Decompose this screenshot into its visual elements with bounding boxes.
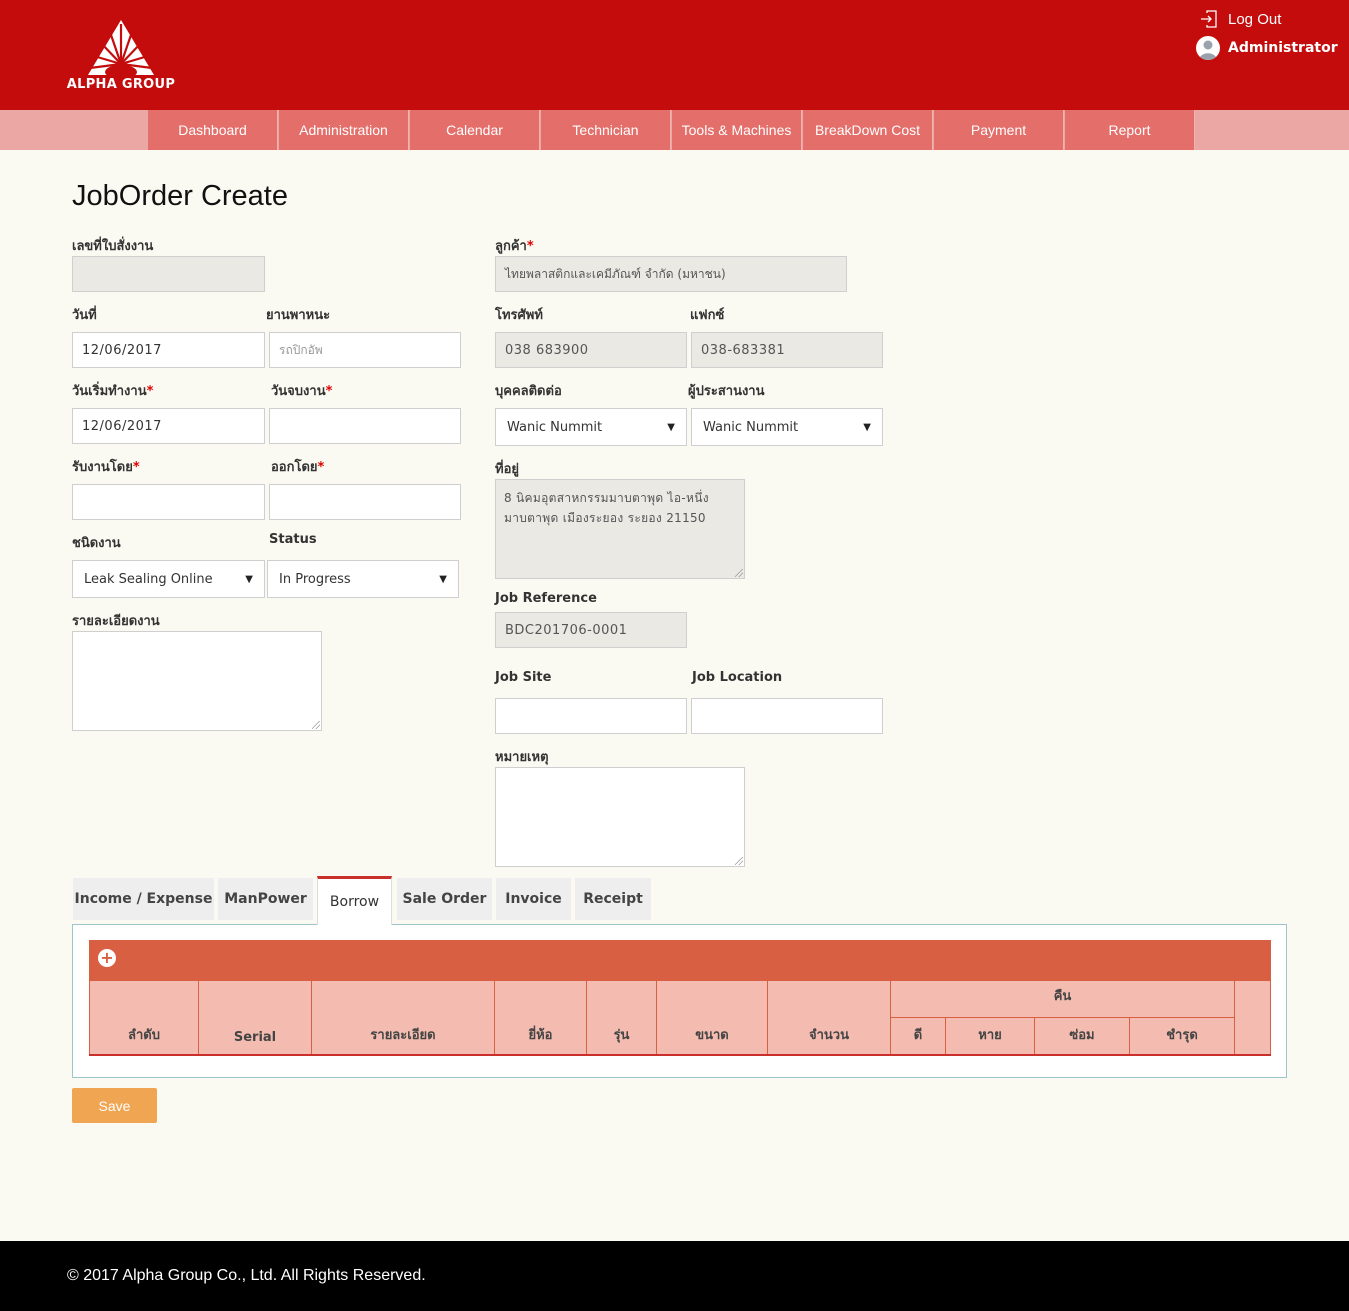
order-no-field[interactable] xyxy=(72,256,265,292)
col-header-action xyxy=(1235,981,1271,1055)
nav-breakdown-cost[interactable]: BreakDown Cost xyxy=(803,110,933,150)
tab-receipt[interactable]: Receipt xyxy=(575,878,651,920)
job-type-select[interactable]: Leak Sealing Online ▼ xyxy=(72,560,265,598)
address-line1: 8 นิคมอุตสาหกรรมมาบตาพุด ไอ-หนึ่ง xyxy=(504,491,709,505)
resize-grip-icon[interactable] xyxy=(735,857,743,865)
job-reference-label: Job Reference xyxy=(495,591,597,606)
col-header-return-good: ดี xyxy=(891,1018,946,1055)
col-header-return-lost: หาย xyxy=(946,1018,1035,1055)
received-by-label: รับงานโดย* xyxy=(72,460,140,475)
nav-administration[interactable]: Administration xyxy=(279,110,409,150)
coordinator-select[interactable]: Wanic Nummit ▼ xyxy=(691,408,883,446)
end-date-field[interactable] xyxy=(269,408,461,444)
footer-copyright: © 2017 Alpha Group Co., Ltd. All Rights … xyxy=(67,1267,426,1284)
job-type-label: ชนิดงาน xyxy=(72,536,121,551)
tab-income-expense[interactable]: Income / Expense xyxy=(73,878,214,920)
nav-calendar[interactable]: Calendar xyxy=(410,110,540,150)
page-title: JobOrder Create xyxy=(72,180,288,212)
job-location-field[interactable] xyxy=(691,698,883,734)
caret-down-icon: ▼ xyxy=(863,421,871,433)
address-textarea[interactable]: 8 นิคมอุตสาหกรรมมาบตาพุด ไอ-หนึ่ง มาบตาพ… xyxy=(495,479,745,579)
contact-label: บุคคลติดต่อ xyxy=(495,384,562,399)
job-reference-field[interactable]: BDC201706-0001 xyxy=(495,612,687,648)
resize-grip-icon[interactable] xyxy=(312,721,320,729)
nav-tools-machines[interactable]: Tools & Machines xyxy=(672,110,802,150)
caret-down-icon: ▼ xyxy=(439,573,447,585)
nav-dashboard[interactable]: Dashboard xyxy=(148,110,278,150)
contact-value: Wanic Nummit xyxy=(507,419,603,435)
phone-label: โทรศัพท์ xyxy=(495,308,543,323)
logout-label: Log Out xyxy=(1228,10,1282,28)
col-header-detail: รายละเอียด xyxy=(312,981,495,1055)
job-detail-label: รายละเอียดงาน xyxy=(72,614,160,629)
customer-label: ลูกค้า* xyxy=(495,239,534,254)
col-header-model: รุ่น xyxy=(587,981,657,1055)
start-date-label: วันเริ่มทำงาน* xyxy=(72,384,154,399)
customer-field[interactable]: ไทยพลาสติกและเคมีภัณฑ์ จำกัด (มหาชน) xyxy=(495,256,847,292)
user-menu[interactable]: Administrator xyxy=(1196,36,1338,60)
address-label: ที่อยู่ xyxy=(495,462,519,477)
logout-link[interactable]: Log Out xyxy=(1200,10,1281,28)
resize-grip-icon[interactable] xyxy=(735,569,743,577)
top-header xyxy=(0,0,1349,110)
col-header-size: ขนาด xyxy=(657,981,768,1055)
col-header-return-repair: ซ่อม xyxy=(1035,1018,1130,1055)
nav-technician[interactable]: Technician xyxy=(541,110,671,150)
fax-field[interactable]: 038-683381 xyxy=(691,332,883,368)
col-header-brand: ยี่ห้อ xyxy=(495,981,587,1055)
job-type-value: Leak Sealing Online xyxy=(84,571,213,587)
job-site-label: Job Site xyxy=(495,670,552,685)
brand-name: ALPHA GROUP xyxy=(66,77,176,92)
phone-field[interactable]: 038 683900 xyxy=(495,332,687,368)
fax-label: แฟกซ์ xyxy=(690,308,725,323)
tab-borrow[interactable]: Borrow xyxy=(317,876,392,925)
col-header-quantity: จำนวน xyxy=(768,981,891,1055)
vehicle-label: ยานพาหนะ xyxy=(266,308,331,323)
remark-textarea[interactable] xyxy=(495,767,745,867)
borrow-table-toolbar xyxy=(89,940,1271,981)
caret-down-icon: ▼ xyxy=(245,573,253,585)
tab-invoice[interactable]: Invoice xyxy=(496,878,571,920)
job-location-label: Job Location xyxy=(692,670,783,685)
caret-down-icon: ▼ xyxy=(667,421,675,433)
issued-by-field[interactable] xyxy=(269,484,461,520)
nav-report[interactable]: Report xyxy=(1065,110,1195,150)
job-detail-textarea[interactable] xyxy=(72,631,322,731)
col-header-return-damaged: ชำรุด xyxy=(1130,1018,1235,1055)
logout-icon xyxy=(1201,10,1217,28)
add-row-button[interactable]: + xyxy=(98,949,116,967)
col-header-serial: Serial xyxy=(199,981,312,1055)
date-field[interactable]: 12/06/2017 xyxy=(72,332,265,368)
job-site-field[interactable] xyxy=(495,698,687,734)
status-select[interactable]: In Progress ▼ xyxy=(267,560,459,598)
vehicle-field[interactable]: รถปิกอัพ xyxy=(269,332,461,368)
nav-payment[interactable]: Payment xyxy=(934,110,1064,150)
contact-select[interactable]: Wanic Nummit ▼ xyxy=(495,408,687,446)
received-by-field[interactable] xyxy=(72,484,265,520)
table-bottom-border xyxy=(89,1054,1271,1056)
status-value: In Progress xyxy=(279,571,351,587)
tab-sale-order[interactable]: Sale Order xyxy=(397,878,492,920)
issued-by-label: ออกโดย* xyxy=(271,460,325,475)
address-line2: มาบตาพุด เมืองระยอง ระยอง 21150 xyxy=(504,511,706,525)
coordinator-value: Wanic Nummit xyxy=(703,419,799,435)
order-no-label: เลขที่ใบสั่งงาน xyxy=(72,239,154,254)
start-date-field[interactable]: 12/06/2017 xyxy=(72,408,265,444)
status-label: Status xyxy=(269,532,317,547)
coordinator-label: ผู้ประสานงาน xyxy=(688,384,765,399)
remark-label: หมายเหตุ xyxy=(495,750,549,765)
tab-manpower[interactable]: ManPower xyxy=(218,878,313,920)
user-name: Administrator xyxy=(1228,40,1338,56)
user-avatar-icon xyxy=(1196,36,1220,60)
date-label: วันที่ xyxy=(72,308,97,323)
end-date-label: วันจบงาน* xyxy=(271,384,333,399)
col-header-return-group: คืน xyxy=(891,981,1235,1018)
save-button[interactable]: Save xyxy=(72,1088,157,1123)
col-header-order: ลำดับ xyxy=(89,981,199,1055)
